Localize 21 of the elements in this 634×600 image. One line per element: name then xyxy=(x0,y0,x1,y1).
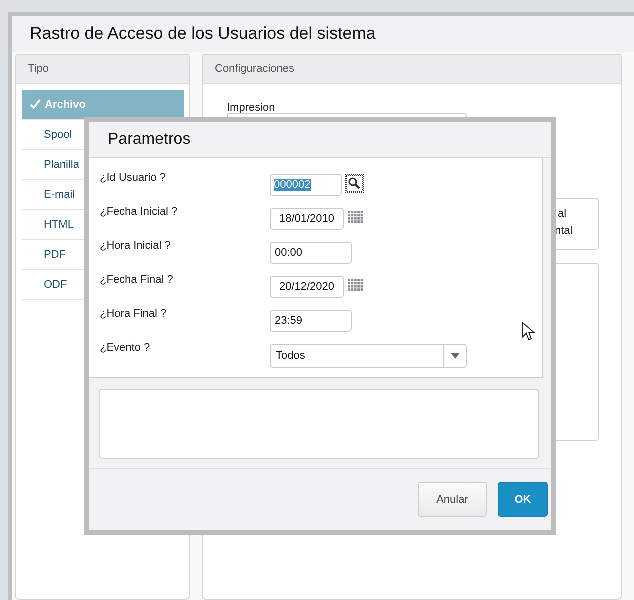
field-label: ¿Fecha Inicial ? xyxy=(100,206,179,220)
ok-button[interactable]: OK xyxy=(498,482,548,517)
input-field[interactable]: 00:00 xyxy=(270,242,352,264)
field-label: ¿Hora Final ? xyxy=(100,308,168,322)
input-field[interactable]: 23:59 xyxy=(270,310,352,332)
window-title: Rastro de Acceso de los Usuarios del sistema xyxy=(30,24,376,44)
field-label: ¿Id Usuario ? xyxy=(100,172,168,186)
event-dropdown[interactable]: Todos xyxy=(270,344,467,368)
panel-header: Configuraciones xyxy=(203,55,621,84)
cancel-button[interactable]: Anular xyxy=(418,482,487,517)
field-label: ¿Fecha Final ? xyxy=(100,274,174,288)
field-label: Impresion xyxy=(227,102,276,114)
input-field[interactable]: 20/12/2020 xyxy=(270,276,344,298)
dialog-title: Parametros xyxy=(108,130,191,148)
option-label: ntal xyxy=(555,225,573,237)
field-label: ¿Evento ? xyxy=(100,342,152,356)
option-label: al xyxy=(558,208,567,220)
input-field[interactable]: 000002 xyxy=(270,174,342,196)
field-label: ¿Hora Inicial ? xyxy=(100,240,172,254)
input-field[interactable]: 18/01/2010 xyxy=(270,208,344,230)
panel-header: Tipo xyxy=(16,55,189,84)
